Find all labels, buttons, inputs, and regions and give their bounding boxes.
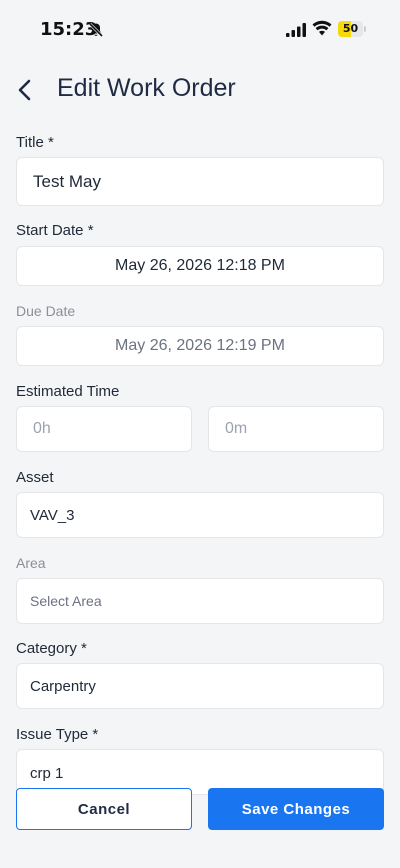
start-date-picker[interactable]: May 26, 2026 12:18 PM	[16, 246, 384, 286]
asset-label: Asset	[16, 469, 54, 486]
asset-value: VAV_3	[30, 506, 75, 524]
bell-slash-icon	[88, 22, 104, 38]
title-label: Title *	[16, 134, 54, 151]
chevron-left-icon[interactable]	[14, 76, 38, 104]
start-date-label: Start Date *	[16, 222, 94, 239]
due-date-value: May 26, 2026 12:19 PM	[115, 337, 285, 354]
asset-select[interactable]: VAV_3	[16, 492, 384, 538]
minutes-placeholder: 0m	[225, 420, 248, 437]
signal-icon	[286, 23, 306, 37]
due-date-picker[interactable]: May 26, 2026 12:19 PM	[16, 326, 384, 366]
issue-type-value: crp 1	[30, 765, 64, 782]
save-changes-button[interactable]: Save Changes	[208, 788, 384, 830]
start-date-value: May 26, 2026 12:18 PM	[115, 257, 285, 274]
page-title: Edit Work Order	[57, 74, 236, 102]
wifi-icon	[312, 20, 332, 36]
issue-type-label: Issue Type *	[16, 726, 99, 743]
title-value: Test May	[33, 171, 102, 191]
category-select[interactable]: Carpentry	[16, 663, 384, 709]
area-select[interactable]: Select Area	[16, 578, 384, 624]
battery-icon: 50	[338, 21, 366, 37]
estimated-time-label: Estimated Time	[16, 383, 120, 400]
cancel-button[interactable]: Cancel	[16, 788, 192, 830]
category-label: Category *	[16, 640, 87, 657]
minutes-input[interactable]: 0m	[208, 406, 384, 452]
category-value: Carpentry	[30, 677, 96, 695]
header: Edit Work Order	[0, 68, 400, 112]
title-input[interactable]: Test May	[16, 157, 384, 206]
area-label: Area	[16, 555, 46, 571]
due-date-label: Due Date	[16, 303, 76, 319]
area-placeholder: Select Area	[30, 593, 102, 609]
hours-input[interactable]: 0h	[16, 406, 192, 452]
battery-level: 50	[342, 22, 359, 35]
hours-placeholder: 0h	[33, 420, 51, 437]
status-bar: 15:23 50	[0, 0, 400, 60]
